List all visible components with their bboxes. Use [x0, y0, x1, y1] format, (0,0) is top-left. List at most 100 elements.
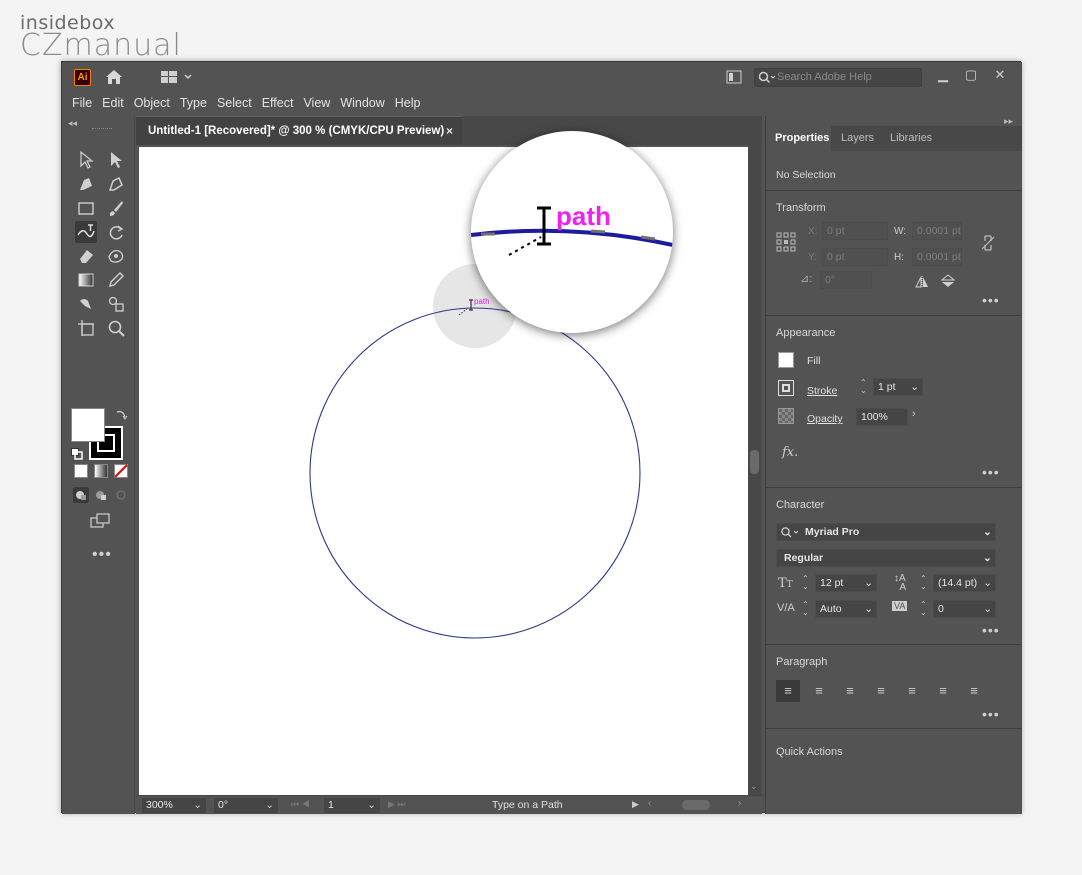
justify-right-icon[interactable]: ≡ [931, 680, 955, 702]
justify-left-icon[interactable]: ≡ [869, 680, 893, 702]
justify-all-icon[interactable]: ≡ [962, 680, 986, 702]
restore-button[interactable]: ▢ [960, 65, 982, 85]
minimize-button[interactable]: ▁ [932, 65, 954, 85]
default-colors-icon[interactable] [71, 447, 83, 460]
tracking-field[interactable]: 0 ⌄ [933, 600, 996, 618]
font-family-field[interactable]: Myriad Pro ⌄ [776, 523, 996, 541]
color-mode-icon[interactable] [74, 464, 88, 478]
justify-center-icon[interactable]: ≡ [900, 680, 924, 702]
rotation-field[interactable]: 0° ⌄ [214, 798, 278, 813]
horizontal-scroll-thumb[interactable] [682, 800, 710, 810]
flip-vertical-icon[interactable] [940, 274, 956, 288]
none-mode-icon[interactable] [114, 464, 128, 478]
scroll-left-icon[interactable]: ‹ [648, 798, 651, 809]
menu-window[interactable]: Window [335, 92, 389, 114]
leading-dropdown-icon[interactable]: ⌄ [983, 575, 992, 591]
edit-toolbar-icon[interactable]: ••• [92, 546, 112, 564]
tab-layers[interactable]: Layers [841, 126, 874, 151]
kerning-dropdown-icon[interactable]: ⌄ [864, 601, 873, 617]
home-icon[interactable] [104, 67, 124, 87]
document-tab[interactable]: Untitled-1 [Recovered]* @ 300 % (CMYK/CP… [136, 116, 462, 145]
next-artboard-icon[interactable]: ▶ ⏭ [388, 799, 406, 810]
type-on-path-tool-icon[interactable] [75, 221, 97, 243]
menu-object[interactable]: Object [129, 92, 175, 114]
puppet-warp-tool-icon[interactable] [105, 245, 127, 267]
workspace-switcher-icon[interactable] [160, 69, 196, 85]
scroll-down-icon[interactable]: ⌄ [750, 781, 758, 792]
toolbar-grip[interactable] [92, 128, 112, 131]
opacity-icon[interactable] [778, 408, 794, 424]
tracking-stepper-icon[interactable]: ⌃ ⌄ [920, 601, 927, 617]
font-style-dropdown-icon[interactable]: ⌄ [983, 550, 992, 566]
first-artboard-icon[interactable]: ⏮ ◀ [291, 799, 310, 810]
stroke-weight-dropdown-icon[interactable]: ⌄ [910, 379, 919, 395]
collapse-toolbar-icon[interactable]: ◂◂ [68, 118, 77, 129]
y-field[interactable]: 0 pt [822, 248, 888, 266]
constrain-proportions-icon[interactable] [981, 234, 995, 252]
paintbrush-tool-icon[interactable] [105, 197, 127, 219]
align-center-icon[interactable]: ≡ [807, 680, 831, 702]
close-button[interactable]: ✕ [989, 65, 1011, 85]
leading-stepper-icon[interactable]: ⌃ ⌄ [920, 575, 927, 591]
flip-horizontal-icon[interactable] [915, 275, 929, 288]
vertical-scrollbar[interactable]: ⌄ [748, 145, 761, 795]
screen-mode-icon[interactable] [89, 512, 113, 530]
search-input[interactable]: Search Adobe Help [754, 68, 922, 87]
vertical-scroll-thumb[interactable] [750, 450, 759, 474]
font-size-stepper-icon[interactable]: ⌃ ⌄ [802, 575, 809, 591]
angle-field[interactable]: 0° [820, 271, 872, 289]
draw-behind-icon[interactable] [93, 487, 109, 503]
align-right-icon[interactable]: ≡ [838, 680, 862, 702]
stroke-label[interactable]: Stroke [807, 385, 837, 397]
font-size-field[interactable]: 12 pt ⌄ [815, 574, 877, 592]
menu-type[interactable]: Type [175, 92, 212, 114]
arrange-documents-icon[interactable] [726, 70, 742, 84]
selection-tool-icon[interactable] [75, 149, 97, 171]
menu-help[interactable]: Help [390, 92, 426, 114]
draw-inside-icon[interactable] [113, 487, 129, 503]
fill-swatch[interactable] [71, 408, 105, 442]
eyedropper-tool-icon[interactable] [105, 269, 127, 291]
font-family-dropdown-icon[interactable]: ⌄ [983, 524, 992, 540]
rotation-dropdown-icon[interactable]: ⌄ [265, 798, 274, 813]
opacity-arrow-icon[interactable]: › [912, 408, 916, 420]
kerning-stepper-icon[interactable]: ⌃ ⌄ [802, 601, 809, 617]
font-style-field[interactable]: Regular ⌄ [776, 549, 996, 567]
stroke-stepper-icon[interactable]: ⌃ ⌄ [860, 379, 867, 395]
menu-edit[interactable]: Edit [97, 92, 129, 114]
shape-builder-tool-icon[interactable] [75, 293, 97, 315]
gradient-mode-icon[interactable] [94, 464, 108, 478]
artboard-field[interactable]: 1 ⌄ [324, 798, 380, 813]
appearance-more-options[interactable]: ••• [982, 464, 1000, 480]
eraser-tool-icon[interactable] [75, 245, 97, 267]
menu-effect[interactable]: Effect [257, 92, 299, 114]
stroke-color-swatch[interactable] [778, 380, 794, 396]
h-field[interactable]: 0.0001 pt [912, 248, 962, 266]
zoom-field[interactable]: 300% ⌄ [142, 798, 206, 813]
status-menu-icon[interactable]: ▶ [632, 799, 639, 810]
menu-file[interactable]: File [67, 92, 97, 114]
pen-tool-icon[interactable] [75, 173, 97, 195]
opacity-field[interactable]: 100% [856, 408, 908, 426]
opacity-label[interactable]: Opacity [807, 413, 843, 425]
close-tab-icon[interactable]: × [446, 117, 453, 145]
w-field[interactable]: 0.0001 pt [912, 222, 962, 240]
font-size-dropdown-icon[interactable]: ⌄ [864, 575, 873, 591]
menu-view[interactable]: View [298, 92, 335, 114]
zoom-dropdown-icon[interactable]: ⌄ [193, 798, 202, 813]
stroke-weight-field[interactable]: 1 pt ⌄ [873, 378, 923, 396]
character-more-options[interactable]: ••• [982, 622, 1000, 638]
draw-normal-icon[interactable] [73, 487, 89, 503]
transform-more-options[interactable]: ••• [982, 292, 1000, 308]
align-left-icon[interactable]: ≡ [776, 680, 800, 702]
curvature-tool-icon[interactable] [105, 173, 127, 195]
paragraph-more-options[interactable]: ••• [982, 706, 1000, 722]
scroll-right-icon[interactable]: › [738, 798, 741, 809]
artboard-dropdown-icon[interactable]: ⌄ [367, 798, 376, 813]
leading-field[interactable]: (14.4 pt) ⌄ [933, 574, 996, 592]
gradient-tool-icon[interactable] [75, 269, 97, 291]
fx-effects-icon[interactable]: fx. [782, 445, 798, 460]
kerning-field[interactable]: Auto ⌄ [815, 600, 877, 618]
rectangle-tool-icon[interactable] [75, 197, 97, 219]
fill-color-swatch[interactable] [778, 352, 794, 368]
